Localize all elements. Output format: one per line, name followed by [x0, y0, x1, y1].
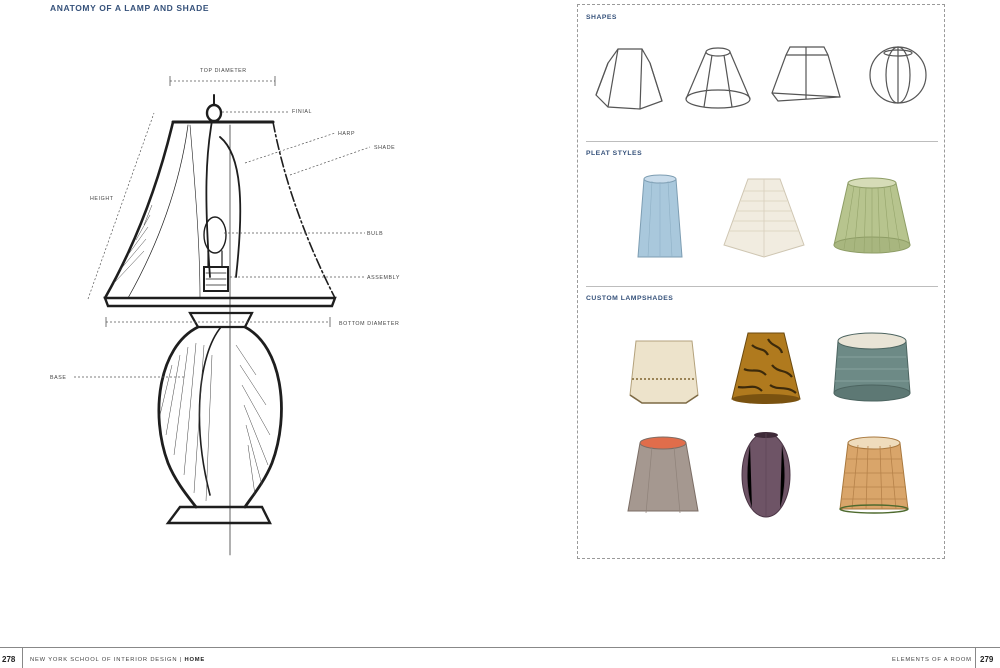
tucked-pleat-shade	[723, 178, 805, 258]
hexagon-shade-frame	[595, 48, 663, 110]
label-assembly: ASSEMBLY	[367, 275, 400, 281]
section-divider	[586, 286, 938, 287]
footer-book-title: HOME	[184, 657, 206, 663]
reference-panel: SHAPES PLEAT STYLES CUSTOM LAMPSHADES	[577, 4, 945, 559]
label-finial: FINIAL	[292, 109, 312, 115]
lamp-anatomy-diagram: TOP DIAMETER FINIAL HARP SHADE HEIGHT BU…	[50, 68, 400, 556]
label-bulb: BULB	[367, 231, 383, 237]
custom-lampshades-heading: CUSTOM LAMPSHADES	[586, 295, 674, 302]
tiger-print-shade	[731, 332, 801, 404]
shapes-heading: SHAPES	[586, 14, 617, 21]
label-height: HEIGHT	[90, 196, 114, 202]
label-harp: HARP	[338, 131, 355, 137]
footer-separator	[975, 647, 976, 668]
label-shade: SHADE	[374, 145, 395, 151]
right-running-footer: ELEMENTS OF A ROOM	[892, 657, 972, 663]
left-page-number: 278	[2, 655, 16, 664]
page-title: ANATOMY OF A LAMP AND SHADE	[50, 3, 210, 13]
empire-shade-frame	[685, 47, 751, 109]
pleat-styles-heading: PLEAT STYLES	[586, 150, 643, 157]
left-running-footer: NEW YORK SCHOOL OF INTERIOR DESIGN | HOM…	[30, 657, 205, 663]
rectangle-shade-frame	[771, 46, 841, 102]
footer-separator	[22, 647, 23, 668]
globe-shade-frame	[869, 46, 927, 104]
label-top-diameter: TOP DIAMETER	[200, 68, 247, 74]
plaid-pleated-shade	[839, 436, 909, 514]
plum-oval-shade	[741, 432, 791, 518]
footer-rule	[0, 647, 1000, 648]
teal-woven-drum-shade	[833, 332, 911, 402]
taupe-silk-shade	[627, 436, 699, 514]
box-pleat-shade	[637, 174, 683, 258]
footer-school-name: NEW YORK SCHOOL OF INTERIOR DESIGN	[30, 657, 178, 663]
cream-trimmed-shade	[629, 340, 699, 404]
knife-pleat-shade	[833, 177, 911, 254]
label-bottom-diameter: BOTTOM DIAMETER	[339, 321, 399, 327]
section-divider	[586, 141, 938, 142]
right-page-number: 279	[980, 655, 994, 664]
label-base: BASE	[50, 375, 67, 381]
